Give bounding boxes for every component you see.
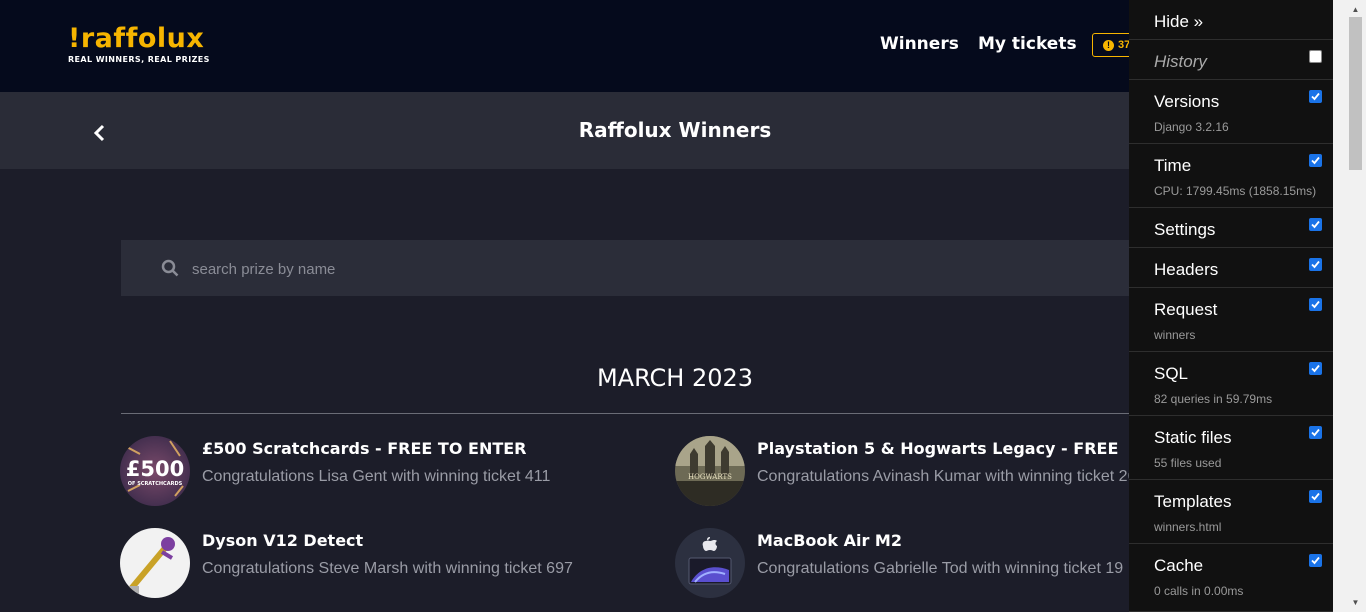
panel-toggle-checkbox[interactable] (1309, 554, 1322, 567)
scroll-up-arrow-icon[interactable]: ▲ (1349, 2, 1362, 17)
panel-toggle-checkbox[interactable] (1309, 362, 1322, 375)
vertical-scrollbar[interactable]: ▲ ▼ (1333, 0, 1366, 612)
prize-thumbnail (675, 528, 745, 598)
scroll-down-arrow-icon[interactable]: ▼ (1349, 595, 1362, 610)
winner-description: Congratulations Lisa Gent with winning t… (202, 468, 551, 485)
nav-winners[interactable]: Winners (880, 34, 959, 54)
panel-name[interactable]: Request (1154, 300, 1217, 320)
panel-subtitle: Django 3.2.16 (1154, 120, 1229, 134)
winner-description: Congratulations Avinash Kumar with winni… (757, 468, 1146, 485)
winner-description: Congratulations Gabrielle Tod with winni… (757, 560, 1124, 577)
panel-subtitle: CPU: 1799.45ms (1858.15ms) (1154, 184, 1317, 198)
panel-name[interactable]: Time (1154, 156, 1191, 176)
panel-toggle-checkbox[interactable] (1309, 154, 1322, 167)
prize-thumbnail: HOGWARTS (675, 436, 745, 506)
debug-panel-time[interactable]: Time CPU: 1799.45ms (1858.15ms) (1129, 144, 1333, 208)
panel-toggle-checkbox[interactable] (1309, 490, 1322, 503)
prize-thumbnail: £500 OF SCRATCHCARDS (120, 436, 190, 506)
debug-panel-templates[interactable]: Templates winners.html (1129, 480, 1333, 544)
panel-name[interactable]: History (1154, 52, 1207, 72)
thumb-caption: OF SCRATCHCARDS (128, 481, 183, 487)
debug-toolbar-hide[interactable]: Hide » (1129, 0, 1333, 40)
panel-toggle-checkbox[interactable] (1309, 298, 1322, 311)
thumb-amount: £500 (126, 457, 184, 481)
debug-panel-versions[interactable]: Versions Django 3.2.16 (1129, 80, 1333, 144)
debug-panel-cache[interactable]: Cache 0 calls in 0.00ms (1129, 544, 1333, 612)
nav-my-tickets[interactable]: My tickets (978, 34, 1077, 54)
debug-panel-headers[interactable]: Headers (1129, 248, 1333, 288)
panel-name[interactable]: Settings (1154, 220, 1215, 240)
panel-toggle-checkbox[interactable] (1309, 426, 1322, 439)
winner-description: Congratulations Steve Marsh with winning… (202, 560, 573, 577)
panel-toggle-checkbox[interactable] (1309, 50, 1322, 63)
panel-subtitle: winners.html (1154, 520, 1222, 534)
logo-wordmark: !raffolux (68, 23, 205, 54)
search-icon (161, 259, 179, 282)
panel-subtitle: 55 files used (1154, 456, 1222, 470)
prize-thumbnail (120, 528, 190, 598)
panel-name[interactable]: SQL (1154, 364, 1188, 384)
hide-toolbar-link[interactable]: Hide » (1154, 12, 1203, 32)
prize-title[interactable]: MacBook Air M2 (757, 531, 902, 550)
search-input[interactable] (190, 256, 794, 282)
raffolux-logo[interactable]: !raffolux REAL WINNERS, REAL PRIZES (68, 23, 210, 65)
debug-panel-settings[interactable]: Settings (1129, 208, 1333, 248)
prize-title[interactable]: £500 Scratchcards - FREE TO ENTER (202, 439, 527, 458)
debug-panel-static-files[interactable]: Static files 55 files used (1129, 416, 1333, 480)
panel-name[interactable]: Headers (1154, 260, 1218, 280)
thumb-caption: HOGWARTS (688, 473, 732, 481)
coin-icon: ! (1103, 39, 1114, 51)
prize-title[interactable]: Dyson V12 Detect (202, 531, 363, 550)
debug-toolbar: Hide » History Versions Django 3.2.16 Ti… (1129, 0, 1333, 612)
panel-subtitle: 0 calls in 0.00ms (1154, 584, 1244, 598)
panel-subtitle: 82 queries in 59.79ms (1154, 392, 1273, 406)
debug-panel-request[interactable]: Request winners (1129, 288, 1333, 352)
scrollbar-thumb[interactable] (1349, 17, 1362, 170)
search-bar (121, 240, 1221, 296)
panel-name[interactable]: Templates (1154, 492, 1231, 512)
panel-toggle-checkbox[interactable] (1309, 218, 1322, 231)
panel-toggle-checkbox[interactable] (1309, 90, 1322, 103)
month-divider (121, 413, 1221, 414)
debug-panel-sql[interactable]: SQL 82 queries in 59.79ms (1129, 352, 1333, 416)
panel-name[interactable]: Static files (1154, 428, 1231, 448)
panel-subtitle: winners (1154, 328, 1196, 342)
logo-tagline: REAL WINNERS, REAL PRIZES (68, 55, 210, 64)
panel-toggle-checkbox[interactable] (1309, 258, 1322, 271)
prize-title[interactable]: Playstation 5 & Hogwarts Legacy - FREE (757, 439, 1118, 458)
panel-name[interactable]: Versions (1154, 92, 1219, 112)
panel-name[interactable]: Cache (1154, 556, 1203, 576)
debug-panel-history[interactable]: History (1129, 40, 1333, 80)
